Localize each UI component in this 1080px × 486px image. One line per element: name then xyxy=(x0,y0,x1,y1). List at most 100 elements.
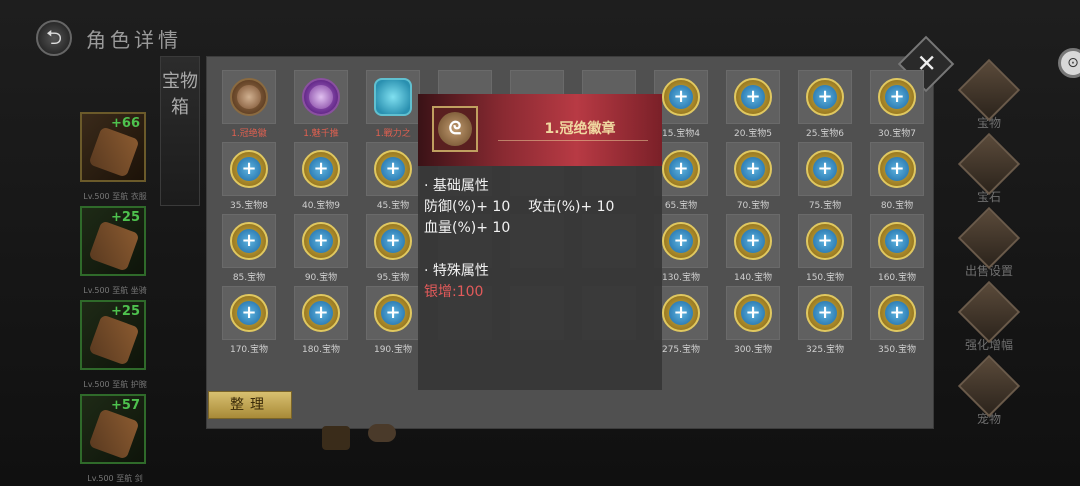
treasure-slot[interactable]: +160.宝物 xyxy=(870,214,924,286)
treasure-icon xyxy=(230,78,268,116)
treasure-slot[interactable]: +275.宝物 xyxy=(654,286,708,358)
treasure-slot-label: 170.宝物 xyxy=(229,345,269,355)
treasure-slot[interactable]: +95.宝物 xyxy=(366,214,420,286)
treasure-slot[interactable]: +140.宝物 xyxy=(726,214,780,286)
treasure-slot-label: 75.宝物 xyxy=(808,201,842,211)
treasure-slot[interactable]: +130.宝物 xyxy=(654,214,708,286)
treasure-slot[interactable]: +70.宝物 xyxy=(726,142,780,214)
gem-icon xyxy=(957,132,1021,196)
equipment-slot-sword[interactable]: +57 Lv.500 至航 剑 xyxy=(80,394,146,483)
treasure-slot-label: 40.宝物9 xyxy=(301,201,341,211)
treasure-slot[interactable]: +75.宝物 xyxy=(798,142,852,214)
treasure-slot[interactable]: +35.宝物8 xyxy=(222,142,276,214)
plus-icon: + xyxy=(745,230,761,251)
plus-icon: + xyxy=(241,302,257,323)
treasure-slot[interactable]: +190.宝物 xyxy=(366,286,420,358)
bottom-item-icon xyxy=(322,426,350,450)
treasure-slot[interactable]: +65.宝物 xyxy=(654,142,708,214)
treasure-slot[interactable]: +20.宝物5 xyxy=(726,70,780,142)
plus-icon: + xyxy=(817,230,833,251)
plus-icon: + xyxy=(385,158,401,179)
treasure-slot-label: 25.宝物6 xyxy=(805,129,845,139)
empty-treasure-icon: + xyxy=(662,222,700,260)
treasure-slot[interactable]: +300.宝物 xyxy=(726,286,780,358)
plus-icon: + xyxy=(817,86,833,107)
plus-icon: + xyxy=(817,158,833,179)
side-item-upgrade[interactable]: 强化增幅 xyxy=(952,280,1026,360)
treasure-slot-label: 70.宝物 xyxy=(736,201,770,211)
treasure-slot[interactable]: +170.宝物 xyxy=(222,286,276,358)
treasure-slot[interactable]: 1.戰力之 xyxy=(366,70,420,142)
empty-treasure-icon: + xyxy=(662,78,700,116)
empty-treasure-icon: + xyxy=(878,294,916,332)
back-button[interactable]: ⮌ xyxy=(36,20,72,56)
treasure-slot[interactable]: +45.宝物 xyxy=(366,142,420,214)
equipment-label: Lv.500 至航 衣服 xyxy=(83,192,147,201)
character-detail-screen: ⮌ 角色详情 ⊙ +66 Lv.500 至航 衣服 +25 Lv.500 至航 … xyxy=(0,0,1080,486)
plus-icon: + xyxy=(745,158,761,179)
treasure-slot-label: 325.宝物 xyxy=(805,345,845,355)
treasure-slot[interactable]: +25.宝物6 xyxy=(798,70,852,142)
treasure-icon xyxy=(957,58,1021,122)
sort-button[interactable]: 整理 xyxy=(208,391,292,419)
side-item-treasure[interactable]: 宝物 xyxy=(952,58,1026,138)
stat-defense: 防御(%)+ 10 xyxy=(424,199,511,215)
equipment-label: Lv.500 至航 护腕 xyxy=(83,380,147,389)
clothes-icon xyxy=(88,126,140,178)
mount-icon xyxy=(88,220,140,272)
tab-treasure-box[interactable]: 宝物箱 xyxy=(160,56,200,206)
empty-treasure-icon: + xyxy=(806,222,844,260)
treasure-slot-label: 80.宝物 xyxy=(880,201,914,211)
equipment-label: Lv.500 至航 坐骑 xyxy=(83,286,147,295)
empty-treasure-icon: + xyxy=(734,222,772,260)
treasure-slot[interactable]: +15.宝物4 xyxy=(654,70,708,142)
plus-icon: + xyxy=(889,230,905,251)
empty-treasure-icon: + xyxy=(806,294,844,332)
treasure-slot-label: 350.宝物 xyxy=(877,345,917,355)
equipment-slot-bracer[interactable]: +25 Lv.500 至航 护腕 xyxy=(80,300,147,389)
empty-treasure-icon: + xyxy=(230,150,268,188)
tooltip-header: ᘓ 1.冠绝徽章 xyxy=(418,94,662,166)
tooltip-item-name: 1.冠绝徽章 xyxy=(544,121,616,137)
empty-treasure-icon: + xyxy=(230,294,268,332)
plus-icon: + xyxy=(673,302,689,323)
plus-icon: + xyxy=(673,86,689,107)
empty-treasure-icon: + xyxy=(374,150,412,188)
plus-icon: + xyxy=(817,302,833,323)
equipment-slot-mount[interactable]: +25 Lv.500 至航 坐骑 xyxy=(80,206,147,295)
enhance-level: +57 xyxy=(111,398,140,413)
empty-treasure-icon: + xyxy=(230,222,268,260)
treasure-slot-label: 190.宝物 xyxy=(373,345,413,355)
side-item-gem[interactable]: 宝石 xyxy=(952,132,1026,212)
treasure-slot-label: 180.宝物 xyxy=(301,345,341,355)
enhance-level: +25 xyxy=(111,210,140,225)
treasure-slot[interactable]: +150.宝物 xyxy=(798,214,852,286)
treasure-icon xyxy=(302,78,340,116)
treasure-slot[interactable]: +90.宝物 xyxy=(294,214,348,286)
plus-icon: + xyxy=(673,230,689,251)
treasure-slot[interactable]: +180.宝物 xyxy=(294,286,348,358)
treasure-slot[interactable]: +80.宝物 xyxy=(870,142,924,214)
edge-menu-button[interactable]: ⊙ xyxy=(1058,48,1080,78)
enhance-level: +25 xyxy=(111,304,140,319)
empty-treasure-icon: + xyxy=(662,294,700,332)
stat-row: 血量(%)+ 10 xyxy=(424,218,656,239)
equipment-slot-clothes[interactable]: +66 Lv.500 至航 衣服 xyxy=(80,112,147,201)
plus-icon: + xyxy=(313,158,329,179)
treasure-slot[interactable]: +325.宝物 xyxy=(798,286,852,358)
treasure-slot-label: 20.宝物5 xyxy=(733,129,773,139)
base-attributes-title: · 基础属性 xyxy=(424,178,489,194)
side-item-sell-settings[interactable]: 出售设置 xyxy=(952,206,1026,286)
treasure-slot[interactable]: 1.魅千推 xyxy=(294,70,348,142)
treasure-icon xyxy=(374,78,412,116)
treasure-slot[interactable]: +40.宝物9 xyxy=(294,142,348,214)
plus-icon: + xyxy=(889,158,905,179)
treasure-slot[interactable]: +85.宝物 xyxy=(222,214,276,286)
treasure-slot-label: 1.冠绝徽 xyxy=(231,129,267,139)
side-item-pet[interactable]: 宠物 xyxy=(952,354,1026,434)
treasure-slot[interactable]: 1.冠绝徽 xyxy=(222,70,276,142)
empty-treasure-icon: + xyxy=(662,150,700,188)
empty-treasure-icon: + xyxy=(734,294,772,332)
treasure-slot[interactable]: +30.宝物7 xyxy=(870,70,924,142)
treasure-slot[interactable]: +350.宝物 xyxy=(870,286,924,358)
